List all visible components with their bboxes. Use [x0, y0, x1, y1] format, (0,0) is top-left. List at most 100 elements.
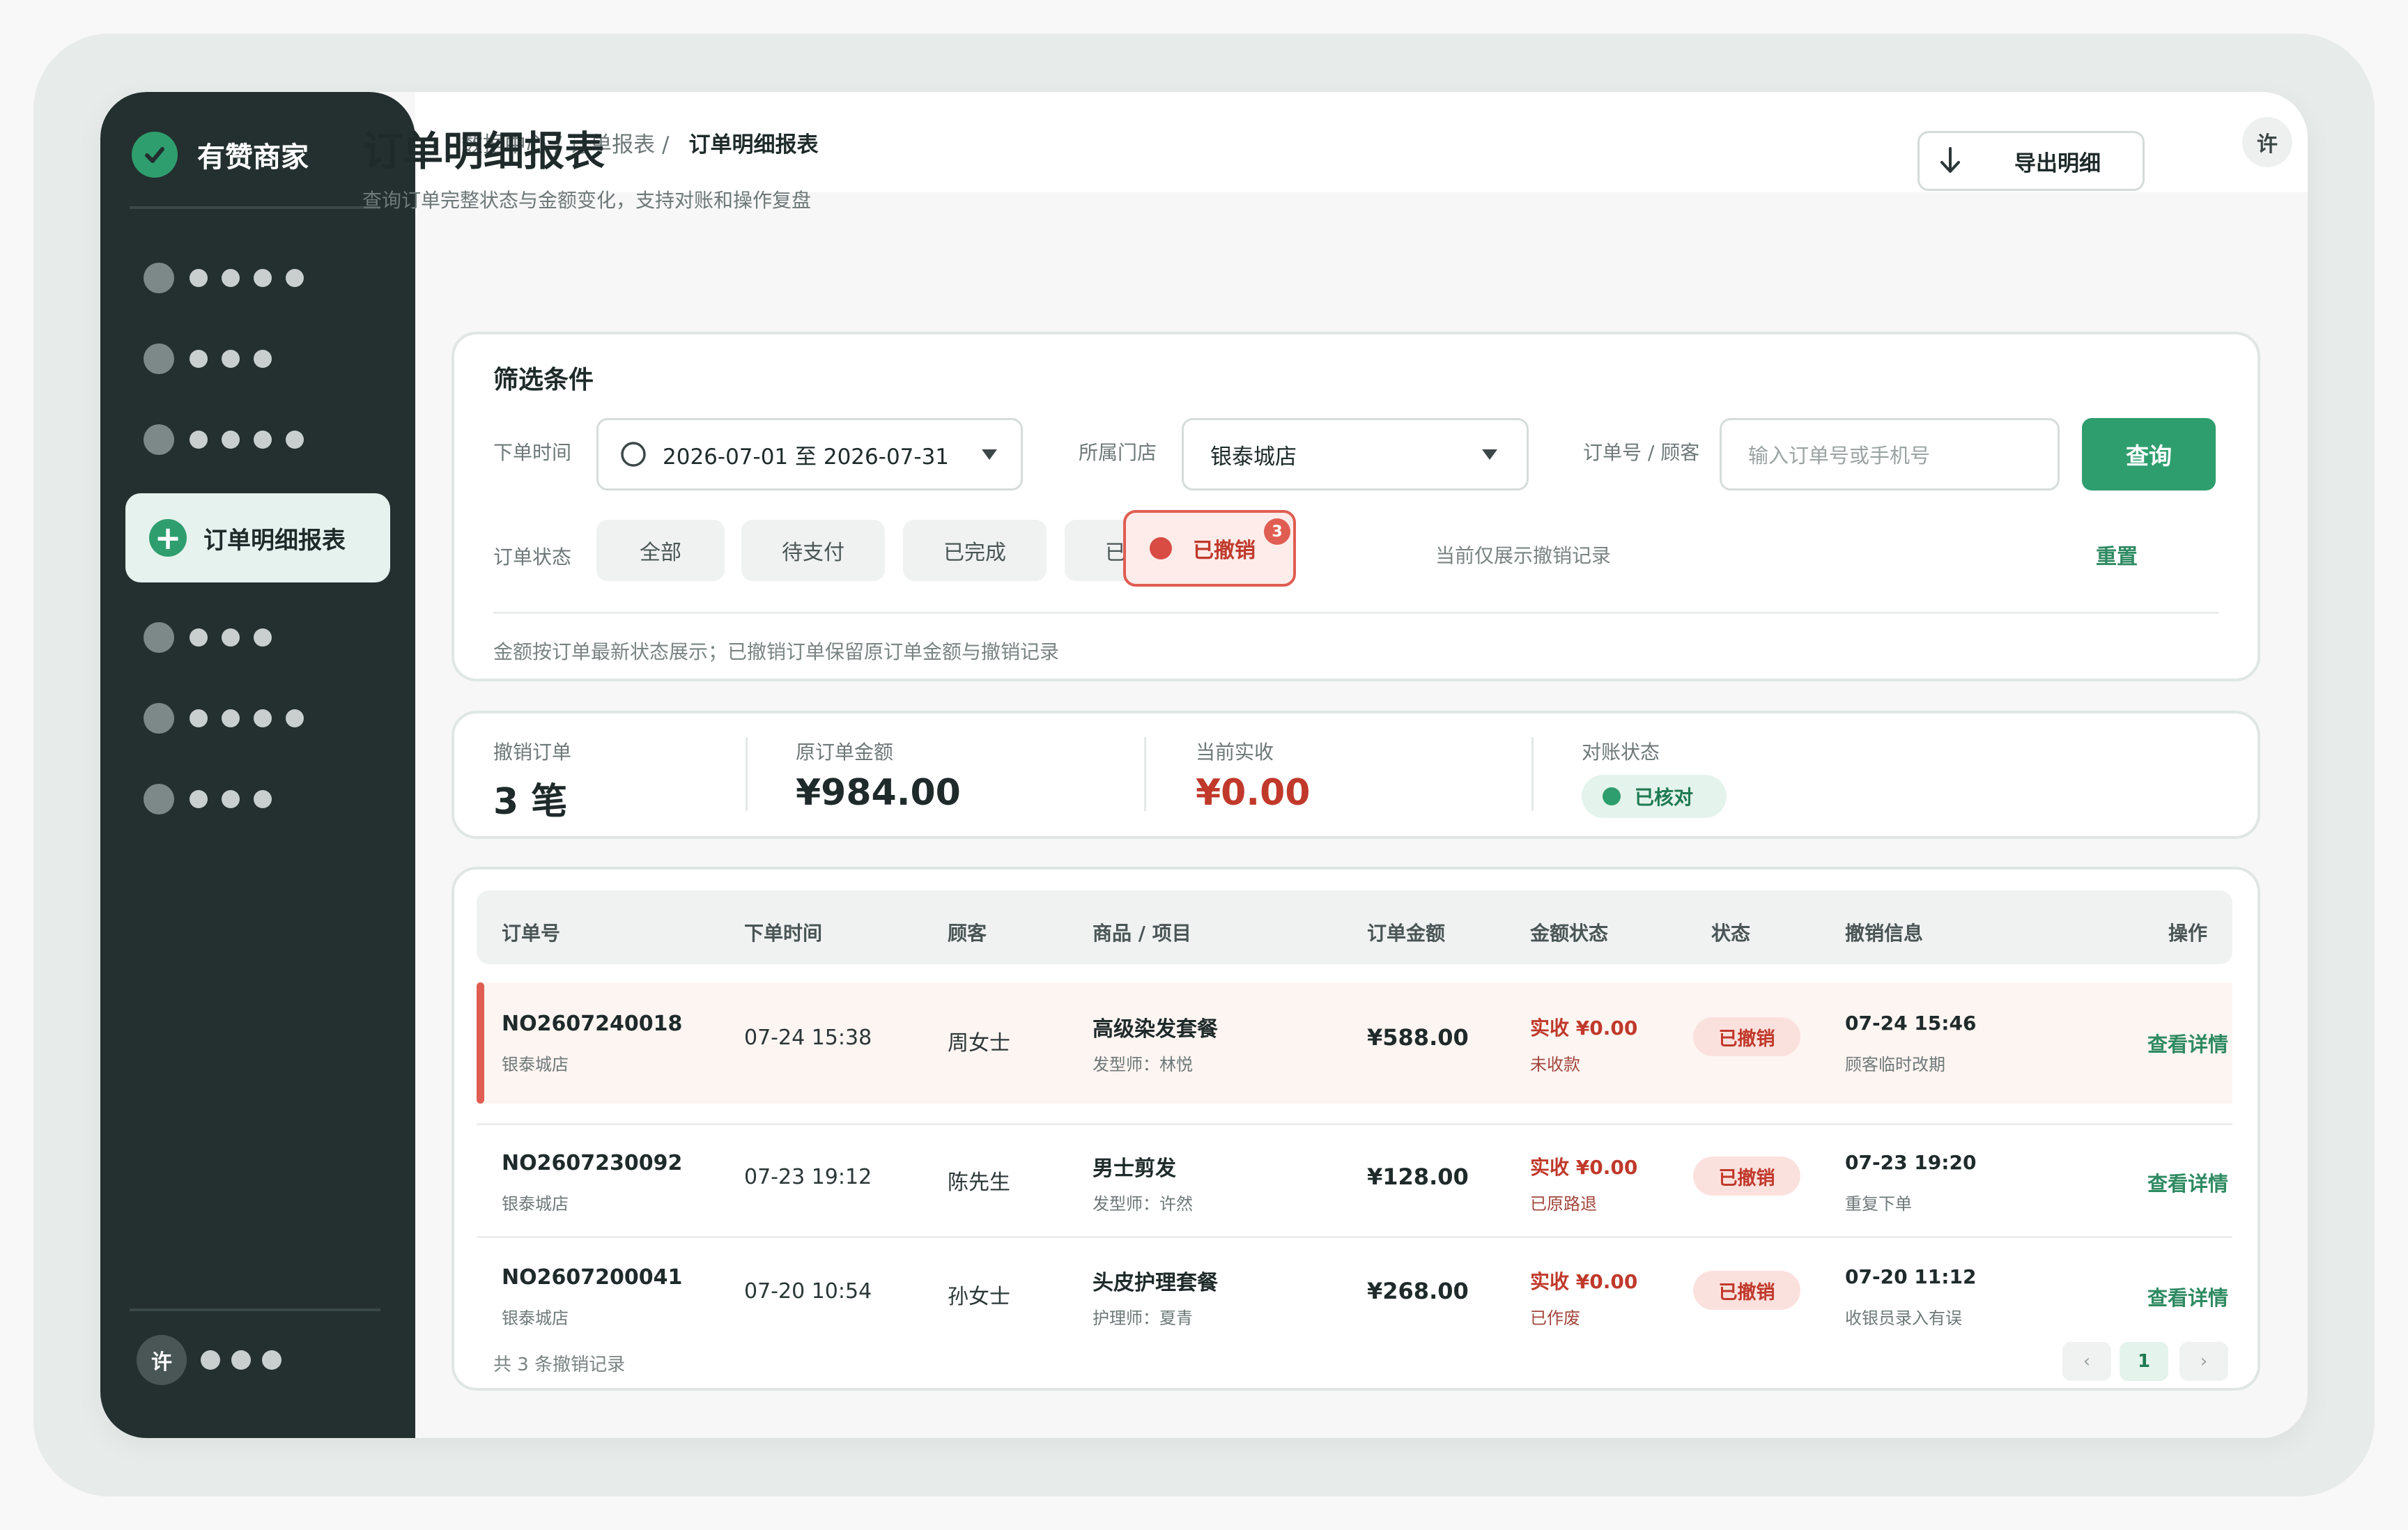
- reconcile-status-badge: 已核对: [1582, 775, 1727, 818]
- canceled-count-value: 3 笔: [493, 781, 568, 823]
- order-store: 银泰城店: [502, 1308, 569, 1328]
- stat-divider: [1531, 737, 1534, 811]
- check-icon: [132, 132, 178, 178]
- order-amount: ¥268.00: [1367, 1278, 1469, 1304]
- table-footer-count: 共 3 条撤销记录: [493, 1354, 626, 1375]
- search-placeholder: 输入订单号或手机号: [1748, 444, 1931, 468]
- reset-link[interactable]: 重置: [2096, 539, 2138, 570]
- table-row[interactable]: [477, 982, 2232, 1104]
- cancel-time: 07-23 19:20: [1845, 1151, 1977, 1174]
- date-range-picker[interactable]: 2026-07-01 至 2026-07-31: [596, 418, 1023, 490]
- col-customer: 顾客: [948, 922, 987, 945]
- col-time: 下单时间: [744, 922, 823, 945]
- status-badge: 已撤销: [1693, 1271, 1800, 1310]
- filter-divider: [493, 612, 2218, 614]
- nav-placeholder-icon: [144, 424, 174, 455]
- received-value: ¥0.00: [1196, 772, 1311, 814]
- sidebar-item-6[interactable]: [144, 701, 304, 736]
- row-divider: [477, 1236, 2232, 1238]
- sidebar-user-name-placeholder: [201, 1350, 293, 1370]
- status-badge: 已撤销: [1693, 1157, 1800, 1196]
- order-store: 银泰城店: [502, 1055, 569, 1074]
- sidebar-item-5[interactable]: [144, 620, 272, 655]
- nav-placeholder-icon: [144, 343, 174, 374]
- pagination-page-1[interactable]: 1: [2120, 1342, 2168, 1381]
- order-store: 银泰城店: [502, 1194, 569, 1214]
- sidebar-divider: [130, 206, 380, 209]
- reconcile-status-text: 已核对: [1635, 786, 1694, 809]
- row-highlight-bar: [477, 982, 484, 1104]
- sidebar-divider: [130, 1308, 380, 1311]
- sidebar-item-2[interactable]: [144, 341, 272, 376]
- order-customer: 孙女士: [948, 1285, 1010, 1309]
- count-badge: 3: [1264, 518, 1290, 545]
- nav-placeholder-icon: [144, 622, 174, 653]
- order-no: NO2607240018: [502, 1012, 683, 1036]
- table-header: [477, 890, 2232, 964]
- reconcile-label: 对账状态: [1582, 741, 1660, 764]
- export-button[interactable]: 导出明细: [1917, 131, 2145, 191]
- sidebar-item-1[interactable]: [144, 261, 304, 295]
- col-amount: 订单金额: [1367, 922, 1446, 945]
- order-product: 高级染发套餐: [1093, 1017, 1218, 1042]
- cancel-time: 07-24 15:46: [1845, 1012, 1977, 1035]
- status-option-completed[interactable]: 已完成: [903, 520, 1047, 581]
- canceled-count-label: 撤销订单: [493, 741, 572, 764]
- pagination-next[interactable]: ›: [2179, 1342, 2228, 1381]
- nav-placeholder-icon: [144, 784, 174, 814]
- stat-divider: [746, 737, 748, 811]
- col-amount-status: 金额状态: [1530, 922, 1609, 945]
- user-avatar[interactable]: 许: [2242, 117, 2292, 167]
- time-label: 下单时间: [493, 441, 572, 464]
- col-status: 状态: [1711, 922, 1751, 945]
- breadcrumb-current: 订单明细报表: [688, 132, 819, 157]
- summary-card: [452, 711, 2260, 839]
- order-time: 07-20 10:54: [744, 1279, 872, 1304]
- row-divider: [477, 1123, 2232, 1125]
- order-received-note: 未收款: [1530, 1055, 1580, 1074]
- query-button[interactable]: 查询: [2082, 418, 2216, 490]
- cancel-reason: 重复下单: [1845, 1194, 1912, 1214]
- store-label: 所属门店: [1079, 441, 1157, 464]
- order-product: 头皮护理套餐: [1093, 1271, 1218, 1295]
- status-option-all[interactable]: 全部: [596, 520, 725, 581]
- chevron-down-icon: [1482, 449, 1497, 460]
- view-detail-link[interactable]: 查看详情: [2147, 1168, 2228, 1197]
- nav-placeholder-icon: [144, 263, 174, 293]
- sidebar-item-7[interactable]: [144, 782, 272, 817]
- filter-title: 筛选条件: [493, 366, 594, 394]
- order-received: 实收 ¥0.00: [1530, 1156, 1638, 1179]
- status-badge: 已撤销: [1693, 1017, 1800, 1056]
- store-value: 银泰城店: [1210, 444, 1297, 470]
- download-icon: [1935, 146, 1966, 176]
- status-option-pending[interactable]: 待支付: [741, 520, 885, 581]
- filter-footnote: 金额按订单最新状态展示；已撤销订单保留原订单金额与撤销记录: [493, 640, 1060, 663]
- order-customer: 陈先生: [948, 1170, 1010, 1195]
- stat-divider: [1144, 737, 1146, 811]
- store-select[interactable]: 银泰城店: [1182, 418, 1529, 490]
- search-input[interactable]: 输入订单号或手机号: [1720, 418, 2060, 490]
- clock-icon: [621, 442, 646, 467]
- sidebar-item-3[interactable]: [144, 422, 304, 457]
- chevron-down-icon: [982, 449, 997, 460]
- order-received-note: 已作废: [1530, 1308, 1580, 1328]
- cancel-time: 07-20 11:12: [1845, 1265, 1977, 1288]
- brand[interactable]: 有赞商家: [132, 127, 309, 183]
- order-time: 07-23 19:12: [744, 1165, 872, 1189]
- sidebar-item-order-detail-report[interactable]: + 订单明细报表: [125, 493, 390, 582]
- order-customer: 周女士: [948, 1031, 1010, 1056]
- sidebar-user-avatar[interactable]: 许: [137, 1335, 187, 1385]
- order-time: 07-24 15:38: [744, 1026, 872, 1050]
- pagination-prev[interactable]: ‹: [2062, 1342, 2111, 1381]
- filter-card: [452, 332, 2260, 681]
- col-order-no: 订单号: [502, 922, 561, 945]
- view-detail-link[interactable]: 查看详情: [2147, 1028, 2228, 1058]
- received-label: 当前实收: [1196, 741, 1274, 764]
- order-no: NO2607200041: [502, 1265, 683, 1290]
- col-action: 操作: [2168, 922, 2208, 945]
- status-option-canceled[interactable]: 已撤销 3: [1123, 510, 1296, 587]
- export-label: 导出明细: [2014, 150, 2101, 176]
- original-amount-label: 原订单金额: [796, 741, 894, 764]
- view-detail-link[interactable]: 查看详情: [2147, 1282, 2228, 1311]
- status-option-label: 已撤销: [1193, 539, 1256, 563]
